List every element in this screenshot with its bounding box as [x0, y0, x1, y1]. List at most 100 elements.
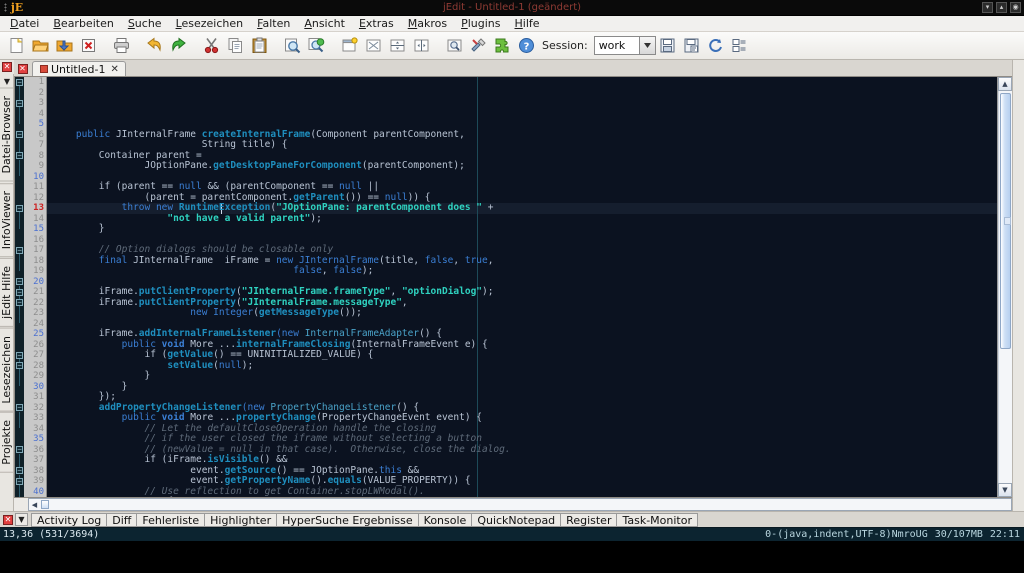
menu-bearbeiten[interactable]: Bearbeiten	[46, 16, 120, 32]
code-line[interactable]: // Use reflection to get Container.stopL…	[53, 486, 997, 498]
left-dock-close-button[interactable]: ✕	[0, 60, 14, 74]
gutter-line-number[interactable]: 36	[24, 445, 44, 456]
bottom-tab-task-monitor[interactable]: Task-Monitor	[616, 512, 698, 527]
new-view-icon[interactable]	[337, 34, 361, 58]
gutter-line-number[interactable]: 20	[24, 277, 44, 288]
split-horizontal-icon[interactable]	[385, 34, 409, 58]
vertical-scrollbar[interactable]: ▲ ▼	[997, 77, 1012, 497]
gutter-line-number[interactable]: 6	[24, 130, 44, 141]
fold-margin[interactable]: −−−−−−−−−−−−−−−−	[15, 77, 24, 497]
save-file-icon[interactable]	[52, 34, 76, 58]
fold-toggle-icon[interactable]: −	[16, 99, 23, 107]
menu-suche[interactable]: Suche	[121, 16, 169, 32]
fold-toggle-icon[interactable]: −	[16, 78, 23, 86]
gutter-line-number[interactable]: 11	[24, 182, 44, 193]
gutter-line-number[interactable]: 30	[24, 382, 44, 393]
global-options-icon[interactable]	[442, 34, 466, 58]
fold-toggle-icon[interactable]: −	[16, 152, 23, 159]
sidebar-item-datei-browser[interactable]: Datei-Browser	[0, 88, 13, 182]
gutter-line-number[interactable]: 24	[24, 319, 44, 330]
gutter-line-number[interactable]: 14	[24, 214, 44, 225]
scroll-left-button[interactable]: ◀	[29, 499, 40, 510]
gutter-line-number[interactable]: 15	[24, 224, 44, 235]
gutter-line-number[interactable]: 12	[24, 193, 44, 204]
memory-status[interactable]: 30/107MB	[935, 529, 983, 540]
close-all-button[interactable]: ✕	[16, 62, 29, 75]
find-icon[interactable]	[280, 34, 304, 58]
bottom-dock-close-button[interactable]: ✕	[3, 514, 13, 525]
sidebar-item-infoviewer[interactable]: InfoViewer	[0, 182, 13, 257]
tab-close-icon[interactable]: ✕	[110, 64, 118, 75]
gutter-line-number[interactable]: 28	[24, 361, 44, 372]
bottom-tab-hypersuche-ergebnisse[interactable]: HyperSuche Ergebnisse	[276, 512, 418, 527]
plugin-options-icon[interactable]	[466, 34, 490, 58]
gutter-line-number[interactable]: 26	[24, 340, 44, 351]
fold-toggle-icon[interactable]: −	[16, 404, 23, 411]
scroll-down-button[interactable]: ▼	[998, 483, 1012, 497]
code-line[interactable]: JOptionPane.getDesktopPaneForComponent(p…	[53, 160, 997, 172]
maximize-button[interactable]: ▴	[996, 2, 1007, 13]
bottom-tab-activity-log[interactable]: Activity Log	[31, 512, 107, 527]
vertical-scroll-thumb[interactable]	[1000, 93, 1011, 349]
gutter-line-number[interactable]: 19	[24, 266, 44, 277]
code-line[interactable]: setValue(null);	[53, 360, 997, 372]
vertical-scroll-track[interactable]	[998, 91, 1012, 483]
gutter-line-number[interactable]: 38	[24, 466, 44, 477]
undo-icon[interactable]	[142, 34, 166, 58]
fold-toggle-icon[interactable]: −	[16, 446, 23, 453]
bottom-tab-register[interactable]: Register	[560, 512, 617, 527]
gutter-line-number[interactable]: 10	[24, 172, 44, 183]
session-save-icon[interactable]	[656, 34, 680, 58]
minimize-button[interactable]: ▾	[982, 2, 993, 13]
split-vertical-icon[interactable]	[409, 34, 433, 58]
redo-icon[interactable]	[166, 34, 190, 58]
gutter-line-number[interactable]: 5	[24, 119, 44, 130]
gutter-line-number[interactable]: 16	[24, 235, 44, 246]
window-drag-grip-icon[interactable]	[4, 3, 7, 12]
fold-toggle-icon[interactable]: −	[16, 362, 23, 369]
menu-extras[interactable]: Extras	[352, 16, 401, 32]
code-line[interactable]: }	[53, 381, 997, 393]
sidebar-item-projekte[interactable]: Projekte	[0, 412, 13, 473]
gutter-line-number[interactable]: 8	[24, 151, 44, 162]
help-icon[interactable]: ?	[514, 34, 538, 58]
unsplit-icon[interactable]	[361, 34, 385, 58]
fold-toggle-icon[interactable]: −	[16, 131, 23, 138]
copy-icon[interactable]	[223, 34, 247, 58]
gutter-line-number[interactable]: 27	[24, 350, 44, 361]
code-line[interactable]: false, false);	[53, 265, 997, 277]
left-dock-menu-button[interactable]: ▼	[0, 74, 14, 88]
plugin-manager-icon[interactable]	[490, 34, 514, 58]
session-save-as-icon[interactable]	[680, 34, 704, 58]
horizontal-scroll-thumb[interactable]	[41, 500, 49, 509]
print-icon[interactable]	[109, 34, 133, 58]
fold-toggle-icon[interactable]: −	[16, 477, 23, 485]
gutter-line-number[interactable]: 40	[24, 487, 44, 498]
bottom-tab-highlighter[interactable]: Highlighter	[204, 512, 277, 527]
code-text-area[interactable]: public JInternalFrame createInternalFram…	[47, 77, 997, 497]
gutter-line-number[interactable]: 1	[24, 77, 44, 88]
bottom-tab-konsole[interactable]: Konsole	[417, 512, 472, 527]
file-tab-untitled-1[interactable]: Untitled-1 ✕	[32, 61, 126, 76]
fold-toggle-icon[interactable]: −	[16, 351, 23, 359]
gutter-line-number[interactable]: 13	[24, 203, 44, 214]
fold-toggle-icon[interactable]: −	[16, 288, 23, 296]
gutter-line-number[interactable]: 9	[24, 161, 44, 172]
fold-toggle-icon[interactable]: −	[16, 246, 23, 254]
gutter-line-number[interactable]: 25	[24, 329, 44, 340]
gutter-line-number[interactable]: 2	[24, 88, 44, 99]
gutter-line-number[interactable]: 34	[24, 424, 44, 435]
session-combo[interactable]: work	[593, 36, 656, 55]
new-file-icon[interactable]	[4, 34, 28, 58]
cut-icon[interactable]	[199, 34, 223, 58]
horizontal-scrollbar[interactable]: ◀	[28, 498, 1012, 511]
gutter-line-number[interactable]: 33	[24, 413, 44, 424]
gutter-line-number[interactable]: 7	[24, 140, 44, 151]
gutter-line-number[interactable]: 18	[24, 256, 44, 267]
open-file-icon[interactable]	[28, 34, 52, 58]
menu-falten[interactable]: Falten	[250, 16, 297, 32]
gutter-line-number[interactable]: 31	[24, 392, 44, 403]
code-line[interactable]: }	[53, 223, 997, 235]
gutter-line-number[interactable]: 29	[24, 371, 44, 382]
sidebar-item-lesezeichen[interactable]: Lesezeichen	[0, 327, 13, 412]
